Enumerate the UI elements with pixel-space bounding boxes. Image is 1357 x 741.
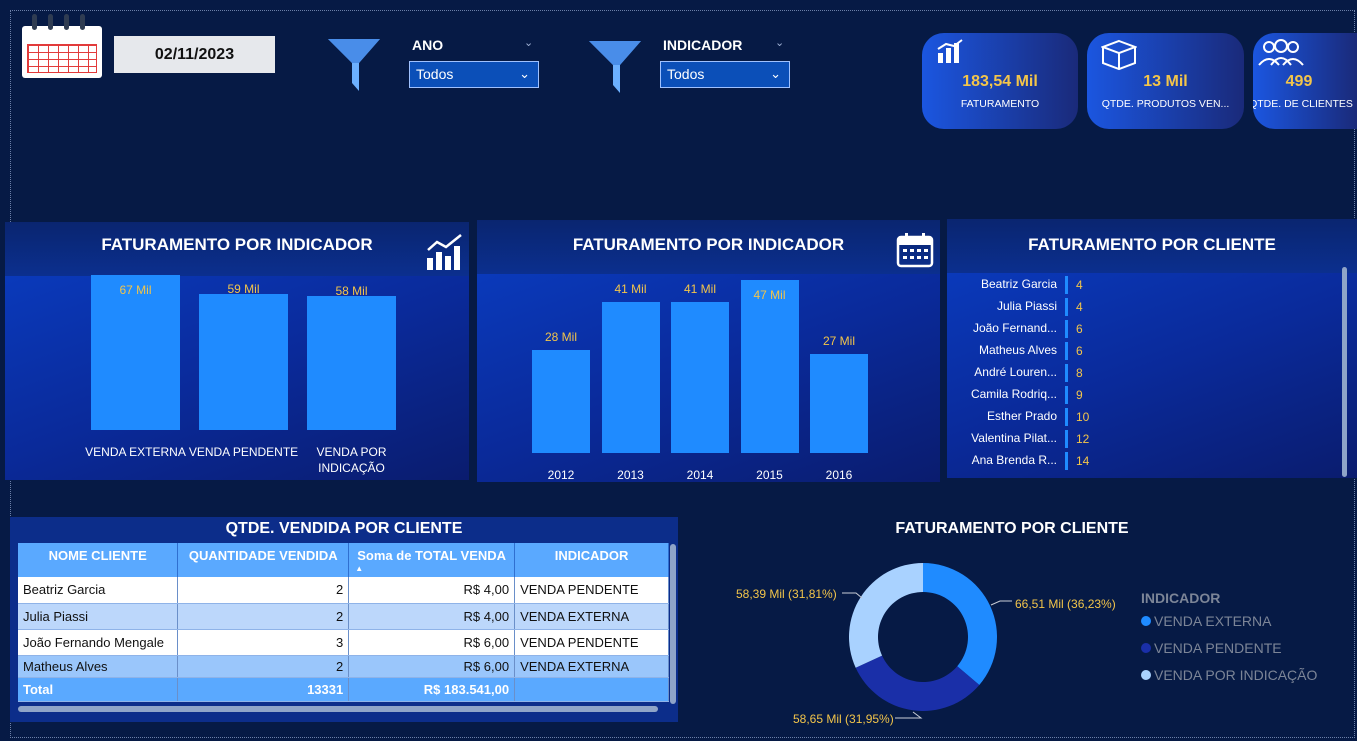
legend-dot (1141, 616, 1151, 626)
legend-item[interactable]: VENDA PENDENTE (1141, 640, 1282, 656)
legend-item[interactable]: VENDA EXTERNA (1141, 613, 1271, 629)
legend-title: INDICADOR (1141, 590, 1221, 606)
leader-lines (842, 592, 1012, 719)
legend-dot (1141, 670, 1151, 680)
legend-item[interactable]: VENDA POR INDICAÇÃO (1141, 667, 1317, 683)
legend-dot (1141, 643, 1151, 653)
